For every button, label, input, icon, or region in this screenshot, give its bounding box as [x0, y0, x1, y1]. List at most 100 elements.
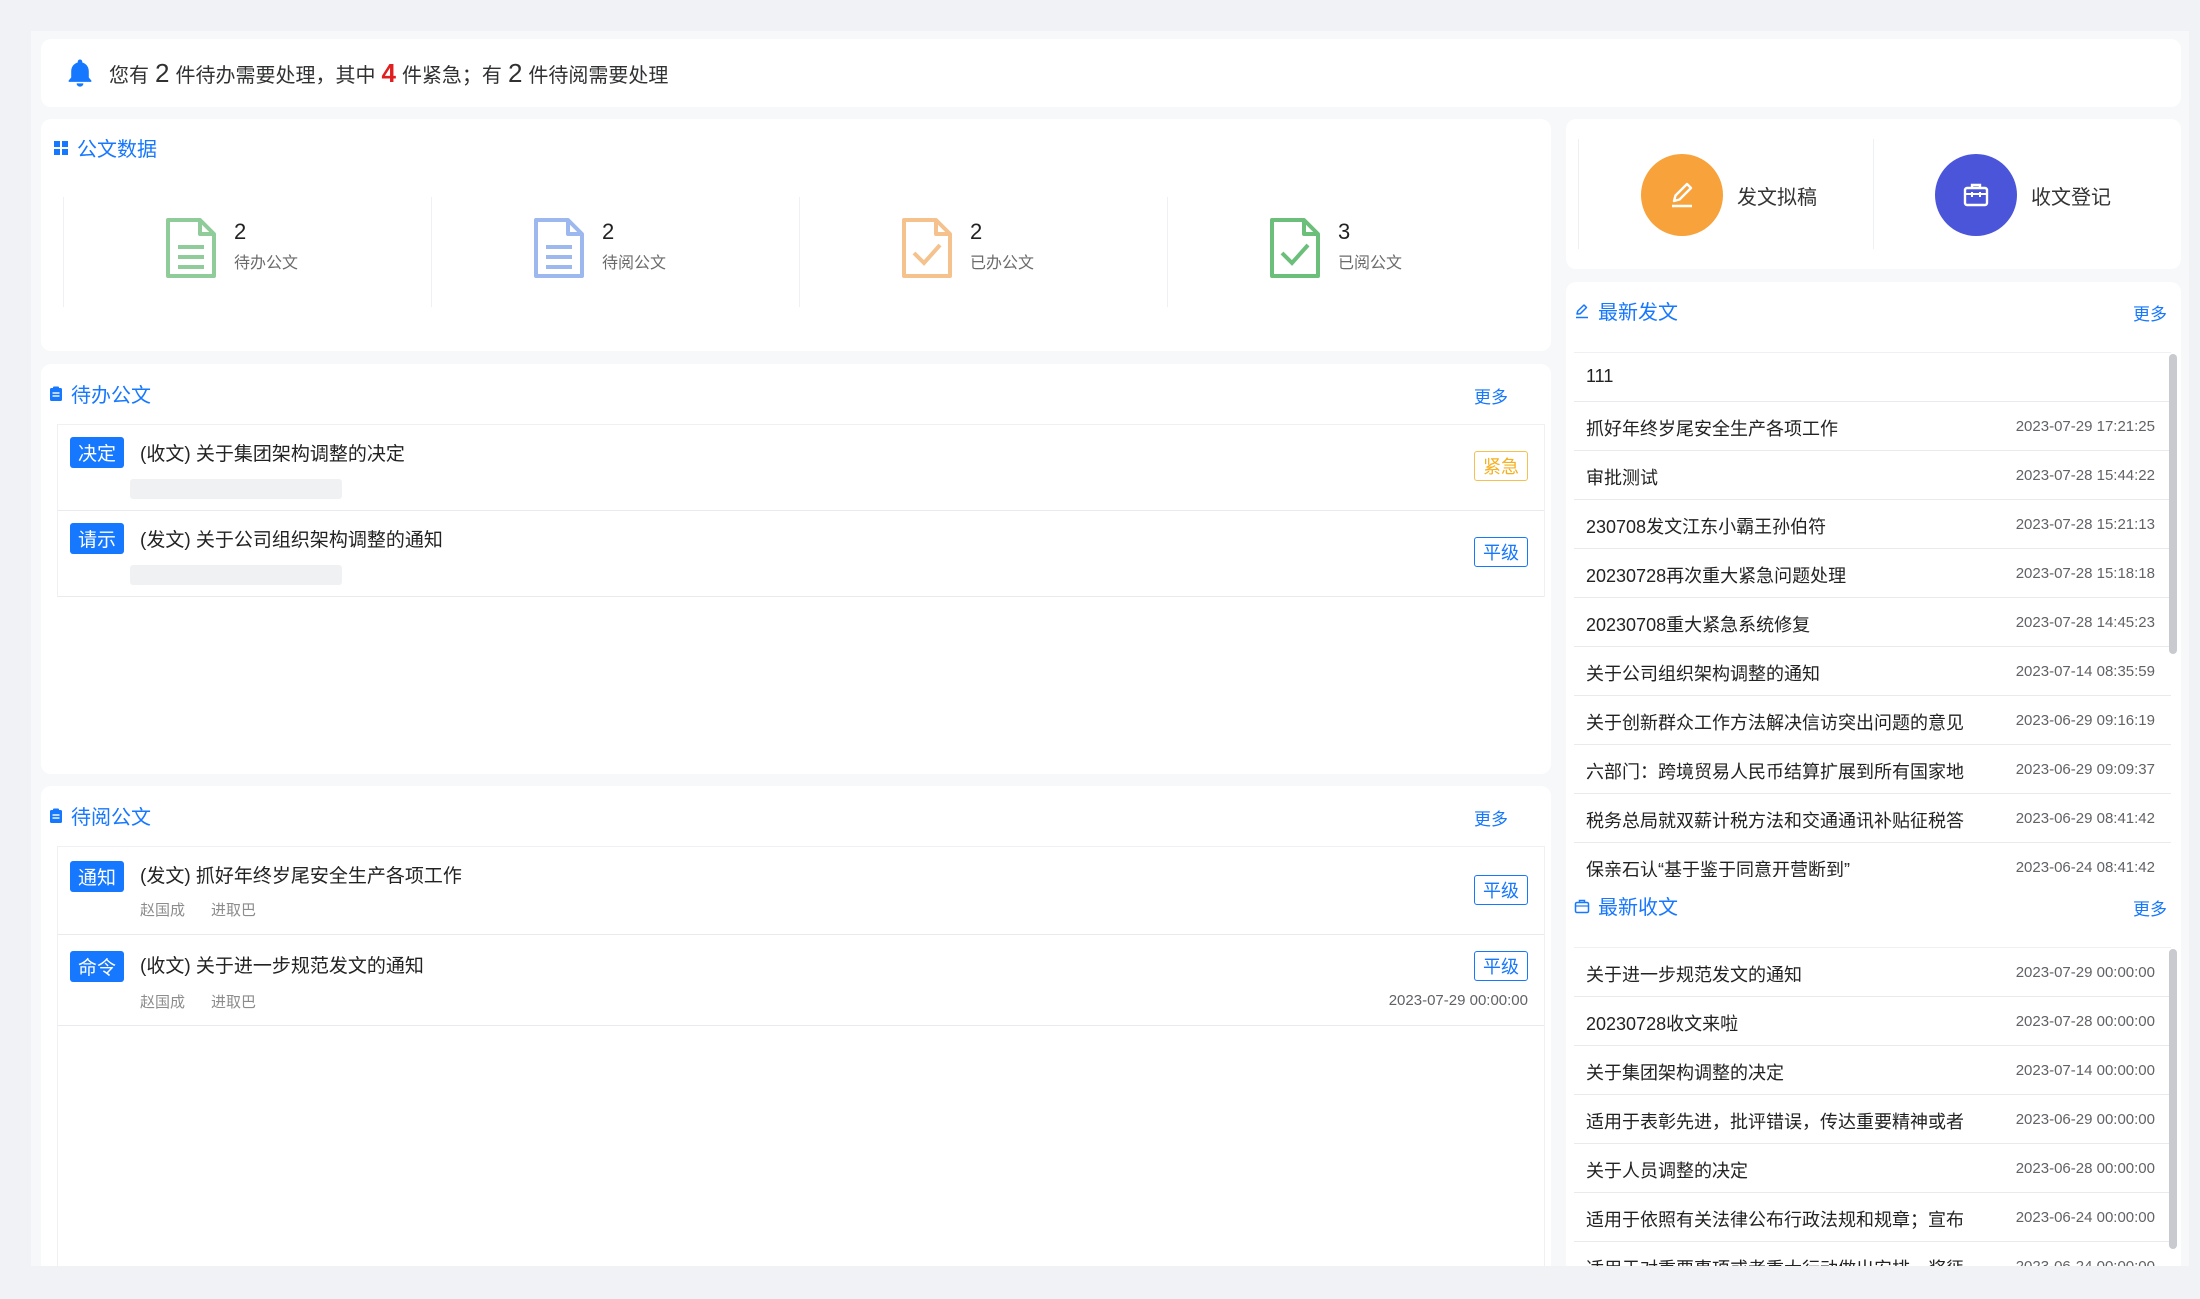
list-item[interactable]: 抓好年终岁尾安全生产各项工作 2023-07-29 17:21:25 — [1574, 402, 2171, 451]
toread-title: 待阅公文 — [49, 801, 151, 830]
item-date: 2023-07-28 15:44:22 — [2015, 467, 2155, 484]
item-date: 2023-06-24 00:00:00 — [2016, 1258, 2155, 1266]
list-item[interactable]: 111 — [1574, 353, 2171, 402]
item-title[interactable]: 111 — [1586, 366, 1986, 387]
todo-more-link[interactable]: 更多 — [1474, 383, 1508, 408]
item-date: 2023-07-28 14:45:23 — [2015, 614, 2155, 631]
row-meta: 赵国成 进取巴 — [140, 899, 282, 920]
list-item[interactable]: 关于创新群众工作方法解决信访突出问题的意见 2023-06-29 09:16:19 — [1574, 696, 2171, 745]
list-item[interactable]: 适用于表彰先进，批评错误，传达重要精神或者 2023-06-29 00:00:00 — [1574, 1095, 2171, 1144]
latest-receive-title: 最新收文 — [1574, 891, 1678, 920]
latest-receive-panel: 最新收文 更多 关于进一步规范发文的通知 2023-07-29 00:00:00 … — [1566, 877, 2181, 1266]
item-title[interactable]: 适用于依照有关法律公布行政法规和规章；宣布 — [1586, 1206, 1986, 1232]
toread-more-link[interactable]: 更多 — [1474, 805, 1508, 830]
toread-title-text: 待阅公文 — [71, 807, 151, 829]
todo-title: 待办公文 — [49, 379, 151, 408]
item-title[interactable]: 适用于表彰先进，批评错误，传达重要精神或者 — [1586, 1108, 1986, 1134]
stat-toread[interactable]: 2 待阅公文 — [431, 197, 800, 307]
todo-row[interactable]: 决定 (收文) 关于集团架构调整的决定 紧急 — [58, 425, 1544, 511]
stat-toread-label: 待阅公文 — [602, 255, 667, 272]
doc-type-tag: 决定 — [70, 437, 125, 468]
todo-row[interactable]: 请示 (发文) 关于公司组织架构调整的通知 平级 — [58, 511, 1544, 597]
item-date: 2023-06-29 08:41:42 — [2015, 810, 2155, 827]
document-blue-icon — [534, 218, 584, 278]
item-title[interactable]: 关于人员调整的决定 — [1586, 1157, 1986, 1183]
list-item[interactable]: 关于集团架构调整的决定 2023-07-14 00:00:00 — [1574, 1046, 2171, 1095]
stat-done[interactable]: 2 已办公文 — [799, 197, 1168, 307]
item-title[interactable]: 关于创新群众工作方法解决信访突出问题的意见 — [1586, 709, 1986, 735]
briefcase-small-icon — [1574, 899, 1590, 913]
register-document-button[interactable]: 收文登记 — [1935, 154, 2111, 236]
notice-mid1: 件待办需要处理，其中 — [175, 64, 376, 87]
item-title[interactable]: 230708发文江东小霸王孙伯符 — [1586, 513, 1986, 539]
draft-document-button[interactable]: 发文拟稿 — [1641, 154, 1817, 236]
stat-toread-count: 2 — [602, 219, 615, 244]
item-date: 2023-06-29 09:16:19 — [2015, 712, 2155, 729]
doc-type-tag: 通知 — [70, 861, 125, 892]
list-item[interactable]: 20230708重大紧急系统修复 2023-07-28 14:45:23 — [1574, 598, 2171, 647]
list-item[interactable]: 适用于依照有关法律公布行政法规和规章；宣布 2023-06-24 00:00:00 — [1574, 1193, 2171, 1242]
pencil-icon — [1672, 182, 1693, 208]
item-title[interactable]: 20230728收文来啦 — [1586, 1010, 1986, 1036]
todo-row-title[interactable]: (收文) 关于集团架构调整的决定 — [140, 439, 405, 466]
stat-todo[interactable]: 2 待办公文 — [63, 197, 432, 307]
notice-mid2: 件紧急；有 — [401, 64, 502, 87]
urgency-badge: 平级 — [1474, 537, 1528, 567]
item-date: 2023-06-28 00:00:00 — [2015, 1160, 2155, 1177]
item-date: 2023-06-29 09:09:37 — [2015, 761, 2155, 778]
list-item[interactable]: 20230728收文来啦 2023-07-28 00:00:00 — [1574, 997, 2171, 1046]
latest-send-title: 最新发文 — [1574, 296, 1678, 325]
list-item[interactable]: 六部门：跨境贸易人民币结算扩展到所有国家地 2023-06-29 09:09:37 — [1574, 745, 2171, 794]
latest-send-more-link[interactable]: 更多 — [2133, 300, 2167, 325]
quick-actions: 发文拟稿 收文登记 — [1566, 119, 2181, 269]
sender-name: 赵国成 — [140, 994, 186, 1011]
item-title[interactable]: 20230728再次重大紧急问题处理 — [1586, 562, 1986, 588]
item-title[interactable]: 关于进一步规范发文的通知 — [1586, 961, 1986, 987]
item-date: 2023-07-28 00:00:00 — [2015, 1013, 2155, 1030]
draft-circle — [1641, 154, 1723, 236]
list-item[interactable]: 230708发文江东小霸王孙伯符 2023-07-28 15:21:13 — [1574, 500, 2171, 549]
item-title[interactable]: 20230708重大紧急系统修复 — [1586, 611, 1986, 637]
list-item[interactable]: 适用于对重要事项或者重大行动做出安排，奖惩 2023-06-24 00:00:00 — [1574, 1242, 2171, 1266]
toread-row-title[interactable]: (收文) 关于进一步规范发文的通知 — [140, 951, 424, 978]
notice-todo-count[interactable]: 2 — [155, 58, 169, 88]
item-title[interactable]: 六部门：跨境贸易人民币结算扩展到所有国家地 — [1586, 758, 1986, 784]
doc-type-tag: 请示 — [70, 523, 125, 554]
stat-read[interactable]: 3 已阅公文 — [1167, 197, 1536, 307]
item-title[interactable]: 关于集团架构调整的决定 — [1586, 1059, 1986, 1085]
sender-dept: 进取巴 — [211, 902, 257, 919]
notice-read-count[interactable]: 2 — [508, 58, 522, 88]
stats-title-text: 公文数据 — [77, 139, 157, 161]
toread-row[interactable]: 通知 (发文) 抓好年终岁尾安全生产各项工作 赵国成 进取巴 平级 — [58, 847, 1544, 935]
list-item[interactable]: 税务总局就双薪计税方法和交通通讯补贴征税答 2023-06-29 08:41:42 — [1574, 794, 2171, 843]
item-date: 2023-06-24 08:41:42 — [2015, 859, 2155, 876]
item-title[interactable]: 适用于对重要事项或者重大行动做出安排，奖惩 — [1586, 1255, 1986, 1266]
stat-done-count: 2 — [970, 219, 983, 244]
latest-receive-scrollbar[interactable] — [2169, 949, 2177, 1249]
item-title[interactable]: 审批测试 — [1586, 464, 1986, 490]
list-item[interactable]: 关于进一步规范发文的通知 2023-07-29 00:00:00 — [1574, 948, 2171, 997]
list-item[interactable]: 20230728再次重大紧急问题处理 2023-07-28 15:18:18 — [1574, 549, 2171, 598]
quick-separator — [1578, 139, 1579, 249]
item-title[interactable]: 关于公司组织架构调整的通知 — [1586, 660, 1986, 686]
latest-send-panel: 最新发文 更多 111 抓好年终岁尾安全生产各项工作 2023-07-29 17:… — [1566, 282, 2181, 894]
urgency-badge: 紧急 — [1474, 451, 1528, 481]
dashboard: 您有 2 件待办需要处理，其中 4 件紧急；有 2 件待阅需要处理 公文数据 2 待办公文 — [31, 31, 2189, 1266]
list-item[interactable]: 关于公司组织架构调整的通知 2023-07-14 08:35:59 — [1574, 647, 2171, 696]
latest-send-scrollbar[interactable] — [2169, 354, 2177, 654]
document-green-icon — [166, 218, 216, 278]
notice-prefix: 您有 — [109, 64, 149, 87]
item-title[interactable]: 抓好年终岁尾安全生产各项工作 — [1586, 415, 1986, 441]
list-item[interactable]: 关于人员调整的决定 2023-06-28 00:00:00 — [1574, 1144, 2171, 1193]
todo-row-title[interactable]: (发文) 关于公司组织架构调整的通知 — [140, 525, 443, 552]
latest-receive-more-link[interactable]: 更多 — [2133, 895, 2167, 920]
toread-row[interactable]: 命令 (收文) 关于进一步规范发文的通知 赵国成 进取巴 平级 2023-07-2… — [58, 935, 1544, 1026]
stat-read-count: 3 — [1338, 219, 1351, 244]
toread-row-title[interactable]: (发文) 抓好年终岁尾安全生产各项工作 — [140, 861, 462, 888]
bell-icon — [68, 59, 92, 87]
toread-list: 通知 (发文) 抓好年终岁尾安全生产各项工作 赵国成 进取巴 平级 命令 (收文)… — [57, 846, 1545, 1266]
list-item[interactable]: 审批测试 2023-07-28 15:44:22 — [1574, 451, 2171, 500]
item-title[interactable]: 税务总局就双薪计税方法和交通通讯补贴征税答 — [1586, 807, 1986, 833]
notice-urgent-count[interactable]: 4 — [381, 58, 395, 88]
stat-todo-label: 待办公文 — [234, 255, 299, 272]
